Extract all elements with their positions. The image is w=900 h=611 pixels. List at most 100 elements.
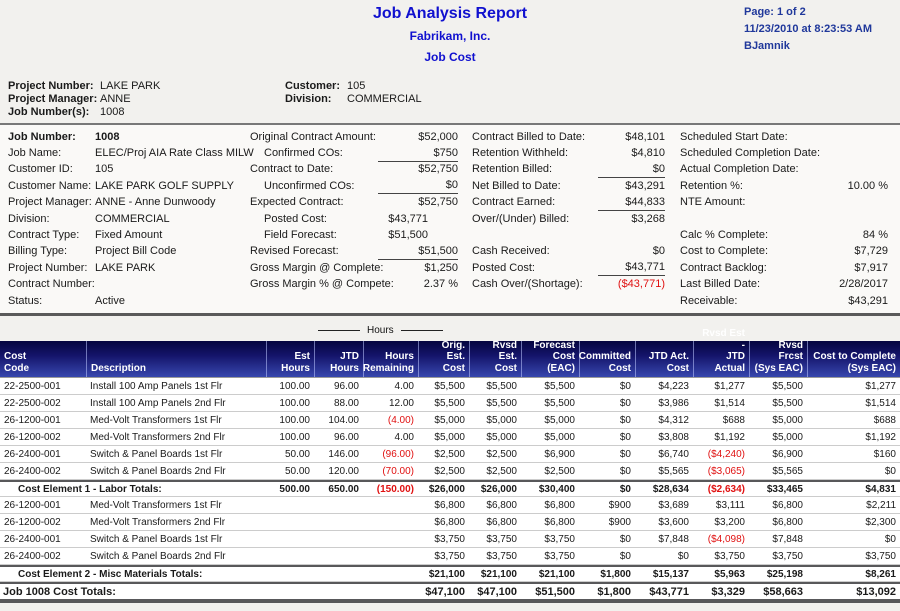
- filter-value: LAKE PARK: [100, 80, 285, 93]
- amount-cell: $3,750: [469, 534, 521, 545]
- amount-cell: $160: [807, 449, 900, 460]
- hours-group-divider: Hours: [318, 323, 458, 337]
- field-value: $3,268: [598, 212, 665, 227]
- field-value: 2.37 %: [378, 277, 458, 292]
- description-cell: Install 100 Amp Panels 2nd Flr: [86, 398, 266, 409]
- amount-cell: $5,000: [521, 415, 579, 426]
- table-row: Cost Element 1 - Labor Totals:500.00650.…: [0, 480, 900, 497]
- description-cell: Med-Volt Transformers 1st Flr: [86, 500, 266, 511]
- field-label: Contract to Date:: [250, 162, 378, 177]
- amount-cell: $900: [579, 517, 635, 528]
- job-summary-box: Job Number:1008Original Contract Amount:…: [0, 125, 900, 316]
- column-header-line: Cost: [4, 351, 26, 363]
- field-label: Calc % Complete:: [680, 228, 798, 243]
- column-header: JTDHours: [314, 341, 363, 377]
- report-header: Job Analysis Report Fabrikam, Inc. Job C…: [0, 0, 900, 78]
- field-value: $0: [598, 244, 665, 259]
- amount-cell: $5,000: [749, 432, 807, 443]
- amount-cell: $25,198: [749, 569, 807, 580]
- field-label: Contract Billed to Date:: [472, 130, 598, 145]
- field-label: Gross Margin % @ Compete:: [250, 277, 378, 292]
- description-cell: Install 100 Amp Panels 1st Flr: [86, 381, 266, 392]
- page-number: Page: 1 of 2: [744, 4, 900, 21]
- field-label: Receivable:: [680, 294, 798, 309]
- amount-cell: 146.00: [314, 449, 363, 460]
- amount-cell: $5,000: [469, 415, 521, 426]
- amount-cell: $0: [579, 398, 635, 409]
- field-value: $1,250: [378, 261, 458, 276]
- amount-cell: $26,000: [418, 484, 469, 495]
- cost-code-cell: 26-2400-002: [0, 466, 86, 477]
- amount-cell: $1,800: [579, 569, 635, 580]
- column-header: EstHours: [266, 341, 314, 377]
- amount-cell: $47,100: [418, 586, 469, 598]
- column-header-line: Hours: [385, 351, 414, 363]
- column-header-line: JTD Act.: [649, 351, 689, 363]
- field-label: Confirmed COs:: [250, 146, 378, 161]
- field-label: Job Number:: [8, 130, 95, 145]
- field-label: NTE Amount:: [680, 195, 798, 210]
- amount-cell: $5,000: [469, 432, 521, 443]
- amount-cell: $4,831: [807, 484, 900, 495]
- column-header: Rvsd Est.Cost: [469, 341, 521, 377]
- field-label: Over/(Under) Billed:: [472, 212, 598, 227]
- amount-cell: (70.00): [363, 466, 418, 477]
- column-header-line: Cost: [667, 363, 689, 375]
- amount-cell: $2,500: [521, 466, 579, 477]
- amount-cell: $30,400: [521, 484, 579, 495]
- field-label: Unconfirmed COs:: [250, 179, 378, 194]
- table-row: 26-2400-002Switch & Panel Boards 2nd Flr…: [0, 463, 900, 480]
- job-summary-row: Status:ActiveReceivable:$43,291: [8, 293, 895, 309]
- field-value: $43,771: [378, 212, 458, 227]
- column-header: Orig. Est.Cost: [418, 341, 469, 377]
- field-value: 105: [95, 162, 250, 177]
- amount-cell: 4.00: [363, 381, 418, 392]
- amount-cell: $1,514: [693, 398, 749, 409]
- field-value: $51,500: [378, 228, 458, 243]
- description-cell: Switch & Panel Boards 1st Flr: [86, 449, 266, 460]
- amount-cell: 12.00: [363, 398, 418, 409]
- amount-cell: $5,000: [749, 415, 807, 426]
- column-header: ForecastCost (EAC): [521, 341, 579, 377]
- amount-cell: $3,200: [693, 517, 749, 528]
- filter-label: Division:: [285, 93, 347, 106]
- amount-cell: $5,500: [469, 381, 521, 392]
- cost-code-cell: 26-1200-001: [0, 500, 86, 511]
- column-header-line: JTD Actual: [698, 351, 745, 374]
- filter-row: Project Number:LAKE PARKCustomer:105: [8, 80, 900, 93]
- field-value: $51,500: [378, 244, 458, 260]
- cost-table-header: CostCodeDescriptionEstHoursJTDHoursHours…: [0, 341, 900, 378]
- cost-code-cell: 26-1200-002: [0, 517, 86, 528]
- field-value: 10.00 %: [798, 179, 888, 194]
- amount-cell: $6,800: [749, 517, 807, 528]
- table-row: 26-1200-001Med-Volt Transformers 1st Flr…: [0, 412, 900, 429]
- amount-cell: $6,800: [469, 517, 521, 528]
- column-header-line: Orig. Est.: [423, 340, 465, 363]
- table-row: 26-2400-001Switch & Panel Boards 1st Flr…: [0, 446, 900, 463]
- amount-cell: $0: [579, 381, 635, 392]
- field-value: 1008: [95, 130, 250, 145]
- amount-cell: $4,223: [635, 381, 693, 392]
- amount-cell: $0: [579, 432, 635, 443]
- column-header-line: Hours: [330, 363, 359, 375]
- amount-cell: $21,100: [469, 569, 521, 580]
- amount-cell: $688: [807, 415, 900, 426]
- cost-table-body: 22-2500-001Install 100 Amp Panels 1st Fl…: [0, 378, 900, 603]
- amount-cell: $3,111: [693, 500, 749, 511]
- amount-cell: $3,329: [693, 586, 749, 598]
- total-label: Cost Element 1 - Labor Totals:: [0, 484, 266, 495]
- amount-cell: $0: [579, 449, 635, 460]
- column-header-line: Rvsd Est.: [474, 340, 517, 363]
- amount-cell: $3,750: [749, 551, 807, 562]
- amount-cell: $2,500: [418, 449, 469, 460]
- column-header: JTD Act.Cost: [635, 341, 693, 377]
- amount-cell: $0: [635, 551, 693, 562]
- amount-cell: $33,465: [749, 484, 807, 495]
- description-cell: Switch & Panel Boards 2nd Flr: [86, 551, 266, 562]
- amount-cell: $6,900: [521, 449, 579, 460]
- amount-cell: $1,192: [807, 432, 900, 443]
- amount-cell: $3,750: [469, 551, 521, 562]
- column-header: HoursRemaining: [363, 341, 418, 377]
- column-header-line: Description: [91, 363, 146, 375]
- description-cell: Med-Volt Transformers 1st Flr: [86, 415, 266, 426]
